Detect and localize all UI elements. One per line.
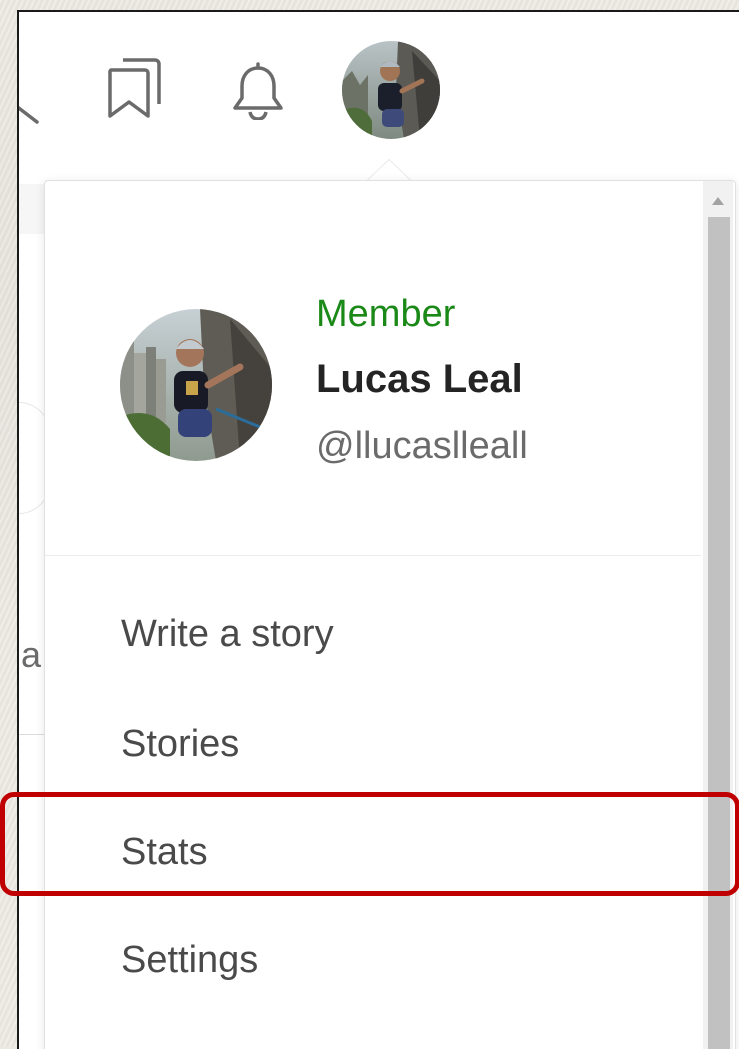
dropdown-caret xyxy=(366,159,412,181)
background-strip xyxy=(19,184,45,234)
profile-avatar[interactable] xyxy=(120,309,272,461)
search-icon[interactable] xyxy=(17,82,43,126)
menu-divider xyxy=(45,555,701,556)
menu-item-stories[interactable]: Stories xyxy=(121,723,239,766)
scroll-up-arrow-icon[interactable] xyxy=(712,197,724,205)
user-menu-dropdown: Member Lucas Leal @llucaslleall Write a … xyxy=(44,180,736,1049)
menu-item-write-story[interactable]: Write a story xyxy=(121,613,334,656)
menu-item-settings[interactable]: Settings xyxy=(121,939,258,982)
scrollbar-thumb[interactable] xyxy=(708,217,730,1049)
membership-status: Member xyxy=(316,293,456,335)
profile-handle: @llucaslleall xyxy=(316,425,528,467)
avatar-photo-icon xyxy=(342,41,440,139)
avatar[interactable] xyxy=(342,41,440,139)
stats-highlight-box xyxy=(0,792,739,896)
background-text-fragment: a xyxy=(21,634,42,675)
background-divider xyxy=(19,734,45,735)
profile-name[interactable]: Lucas Leal xyxy=(316,357,523,402)
bookmarks-icon[interactable] xyxy=(105,56,163,120)
profile-photo-icon xyxy=(120,309,272,461)
bell-icon[interactable] xyxy=(229,62,287,120)
